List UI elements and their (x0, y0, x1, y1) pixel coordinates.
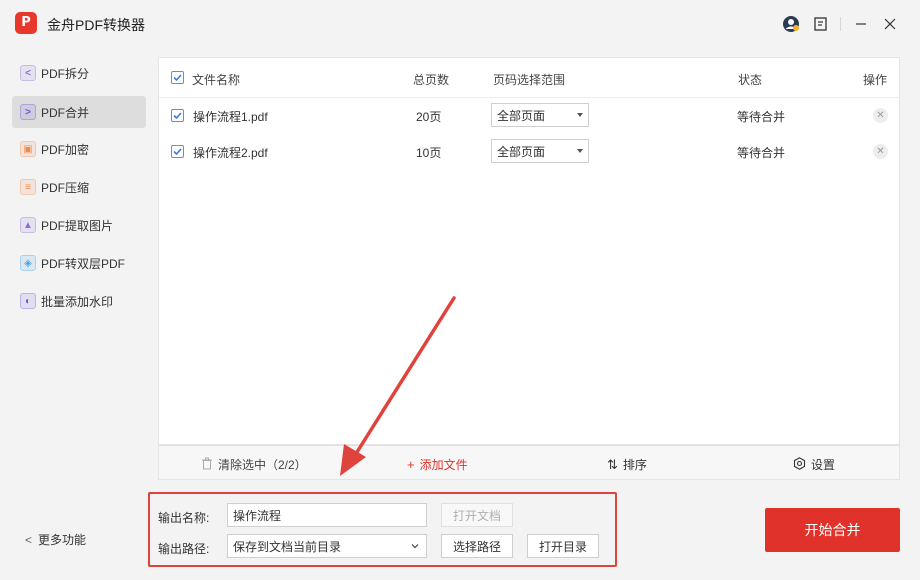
header-status: 状态 (738, 73, 763, 87)
output-name-label: 输出名称: (158, 511, 210, 525)
add-file-button[interactable]: + 添加文件 (407, 456, 468, 473)
select-all-checkbox[interactable] (171, 71, 184, 84)
user-avatar-icon[interactable] (781, 14, 801, 34)
split-icon: < (20, 65, 36, 81)
compress-icon: ≡ (20, 179, 36, 195)
settings-button[interactable]: 设置 (793, 456, 835, 473)
sidebar-item-label: PDF加密 (41, 142, 90, 157)
add-file-label: 添加文件 (419, 458, 468, 472)
watermark-icon: ◐ (20, 293, 36, 309)
layers-icon: ◈ (20, 255, 36, 271)
file-name: 操作流程1.pdf (193, 110, 268, 124)
header-total-pages: 总页数 (413, 73, 450, 87)
row-checkbox[interactable] (171, 145, 184, 158)
choose-path-button[interactable]: 选择路径 (441, 534, 513, 558)
page-count: 10页 (416, 146, 442, 160)
clear-selected-label: 清除选中（2/2） (218, 458, 307, 472)
sidebar-item-lock[interactable]: ▣ PDF加密 (12, 133, 146, 165)
chevron-down-icon (410, 541, 420, 554)
status-text: 等待合并 (737, 110, 786, 124)
caret-down-icon (577, 113, 583, 117)
output-name-value: 操作流程 (233, 508, 282, 523)
output-path-value: 保存到文档当前目录 (233, 539, 342, 554)
more-features-link[interactable]: < 更多功能 (25, 531, 86, 548)
sort-label: 排序 (622, 458, 647, 472)
page-range-value: 全部页面 (497, 108, 546, 123)
start-merge-button[interactable]: 开始合并 (765, 508, 900, 552)
title-bar: P 金舟PDF转换器 (0, 0, 920, 48)
sort-button[interactable]: ⇅ 排序 (607, 456, 647, 473)
titlebar-divider (840, 17, 841, 31)
page-range-value: 全部页面 (497, 144, 546, 159)
sidebar-item-split[interactable]: < PDF拆分 (12, 57, 146, 89)
output-settings-box: 输出名称: 操作流程 打开文档 输出路径: 保存到文档当前目录 选择路径 打开目… (148, 492, 617, 567)
trash-icon (201, 457, 213, 473)
sidebar-item-watermark[interactable]: ◐ 批量添加水印 (12, 285, 146, 317)
sidebar-item-label: PDF压缩 (41, 180, 90, 195)
page-range-select[interactable]: 全部页面 (491, 103, 589, 127)
gear-icon (793, 456, 806, 473)
output-path-select[interactable]: 保存到文档当前目录 (227, 534, 427, 558)
close-button[interactable] (880, 14, 900, 34)
table-header: 文件名称 总页数 页码选择范围 状态 操作 (159, 58, 899, 98)
more-features-label: 更多功能 (38, 533, 87, 547)
output-path-label: 输出路径: (158, 542, 210, 556)
sidebar-item-label: 批量添加水印 (41, 294, 114, 309)
sidebar-item-label: PDF转双层PDF (41, 256, 126, 271)
header-page-range: 页码选择范围 (493, 73, 566, 87)
sidebar-item-compress[interactable]: ≡ PDF压缩 (12, 171, 146, 203)
image-icon: ▲ (20, 217, 36, 233)
output-name-input[interactable]: 操作流程 (227, 503, 427, 527)
sidebar-item-label: PDF提取图片 (41, 218, 114, 233)
feedback-icon[interactable] (811, 14, 831, 34)
app-logo-icon: P (15, 12, 37, 34)
file-name: 操作流程2.pdf (193, 146, 268, 160)
lock-icon: ▣ (20, 141, 36, 157)
open-document-button[interactable]: 打开文档 (441, 503, 513, 527)
app-title: 金舟PDF转换器 (47, 17, 145, 33)
sidebar-item-layers[interactable]: ◈ PDF转双层PDF (12, 247, 146, 279)
sidebar-item-label: PDF合并 (41, 105, 90, 120)
plus-icon: + (407, 457, 415, 472)
sidebar-item-label: PDF拆分 (41, 66, 90, 81)
row-checkbox[interactable] (171, 109, 184, 122)
file-list-panel: 文件名称 总页数 页码选择范围 状态 操作 操作流程1.pdf 20页 全部页面… (158, 57, 900, 445)
sidebar-item-merge[interactable]: > PDF合并 (12, 96, 146, 128)
sidebar-item-image[interactable]: ▲ PDF提取图片 (12, 209, 146, 241)
page-range-select[interactable]: 全部页面 (491, 139, 589, 163)
minimize-button[interactable] (851, 14, 871, 34)
remove-file-icon[interactable]: ✕ (873, 144, 888, 159)
remove-file-icon[interactable]: ✕ (873, 108, 888, 123)
header-action: 操作 (863, 73, 888, 87)
settings-label: 设置 (811, 458, 836, 472)
merge-icon: > (20, 104, 36, 120)
status-text: 等待合并 (737, 146, 786, 160)
clear-selected-button[interactable]: 清除选中（2/2） (201, 456, 307, 473)
page-count: 20页 (416, 110, 442, 124)
table-row[interactable]: 操作流程1.pdf 20页 全部页面 等待合并 ✕ (159, 98, 899, 134)
header-file-name: 文件名称 (192, 73, 241, 87)
file-toolbar: 清除选中（2/2） + 添加文件 ⇅ 排序 设置 (158, 445, 900, 480)
sort-icon: ⇅ (607, 456, 618, 472)
table-row[interactable]: 操作流程2.pdf 10页 全部页面 等待合并 ✕ (159, 134, 899, 170)
caret-down-icon (577, 149, 583, 153)
open-directory-button[interactable]: 打开目录 (527, 534, 599, 558)
chevron-left-icon: < (25, 532, 33, 547)
